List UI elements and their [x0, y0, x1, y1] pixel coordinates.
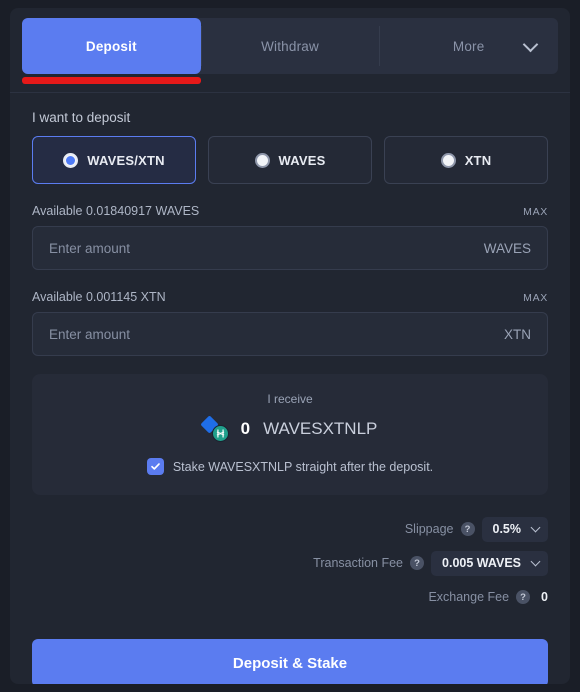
- tab-withdraw[interactable]: Withdraw: [200, 18, 380, 74]
- xtn-available-row: Available 0.001145 XTN MAX: [32, 290, 548, 304]
- transaction-fee-select[interactable]: 0.005 WAVES: [431, 550, 548, 576]
- section-label: I want to deposit: [32, 110, 131, 125]
- exchange-fee-value: 0: [541, 590, 548, 604]
- chevron-down-icon: [530, 556, 541, 567]
- transaction-fee-help-icon[interactable]: ?: [410, 556, 425, 570]
- receive-panel: I receive 0 WAVESXTNLP Stake WAVESXTNLP …: [32, 374, 548, 495]
- slippage-label: Slippage: [404, 522, 454, 536]
- waves-available-row: Available 0.01840917 WAVES MAX: [32, 204, 548, 218]
- receive-label: I receive: [267, 392, 313, 406]
- xtn-amount-field[interactable]: XTN: [32, 312, 548, 356]
- stake-label: Stake WAVESXTNLP straight after the depo…: [172, 459, 434, 474]
- receive-amount-row: 0 WAVESXTNLP: [32, 415, 548, 442]
- transaction-fee-value: 0.005 WAVES: [442, 556, 521, 570]
- transaction-fee-row: Transaction Fee ? 0.005 WAVES: [32, 550, 548, 576]
- xtn-coin-icon: [211, 425, 229, 442]
- waves-amount-input[interactable]: [49, 240, 484, 256]
- waves-max-button[interactable]: MAX: [523, 206, 548, 218]
- deposit-form: I want to deposit WAVES/XTN WAVES XTN Av…: [10, 110, 570, 684]
- header-divider: [10, 92, 570, 93]
- asset-option-waves[interactable]: WAVES: [208, 136, 372, 184]
- receive-amount: 0: [240, 419, 251, 438]
- asset-option-label: WAVES/XTN: [87, 152, 165, 168]
- xtn-max-button[interactable]: MAX: [523, 292, 548, 304]
- xtn-amount-unit: XTN: [504, 326, 531, 342]
- receive-token: WAVESXTNLP: [263, 419, 378, 438]
- slippage-select[interactable]: 0.5%: [481, 516, 548, 542]
- asset-option-waves-xtn[interactable]: WAVES/XTN: [32, 136, 196, 184]
- slippage-row: Slippage ? 0.5%: [32, 516, 548, 542]
- tab-bar: Deposit Withdraw More: [22, 18, 558, 84]
- transaction-fee-label: Transaction Fee: [313, 556, 404, 570]
- waves-xtn-lp-token-icon: [199, 415, 233, 442]
- fees-section: Slippage ? 0.5% Transaction Fee ? 0.005 …: [32, 516, 548, 609]
- stake-checkbox[interactable]: [146, 458, 164, 475]
- exchange-fee-help-icon[interactable]: ?: [516, 590, 531, 604]
- asset-option-xtn[interactable]: XTN: [384, 136, 548, 184]
- app-root: Deposit Withdraw More I want to deposit …: [0, 0, 580, 692]
- slippage-value: 0.5%: [492, 522, 522, 536]
- asset-option-label: XTN: [464, 152, 492, 168]
- radio-icon: [440, 152, 456, 168]
- stake-checkbox-row[interactable]: Stake WAVESXTNLP straight after the depo…: [32, 458, 548, 475]
- slippage-help-icon[interactable]: ?: [460, 522, 475, 536]
- radio-icon: [63, 152, 79, 168]
- waves-amount-field[interactable]: WAVES: [32, 226, 548, 270]
- tab-deposit-label: Deposit: [85, 38, 137, 54]
- asset-option-label: WAVES: [278, 152, 326, 168]
- tab-more[interactable]: More: [379, 18, 558, 74]
- tab-more-label: More: [452, 38, 485, 54]
- exchange-fee-row: Exchange Fee ? 0: [32, 585, 548, 609]
- waves-amount-unit: WAVES: [483, 240, 531, 256]
- chevron-down-icon: [530, 522, 541, 533]
- xtn-amount-input[interactable]: [49, 326, 504, 342]
- xtn-available-text: Available 0.001145 XTN: [32, 290, 166, 304]
- tab-withdraw-label: Withdraw: [261, 38, 319, 54]
- waves-available-text: Available 0.01840917 WAVES: [32, 204, 200, 218]
- exchange-fee-label: Exchange Fee: [428, 590, 510, 604]
- deposit-stake-button[interactable]: Deposit & Stake: [32, 639, 548, 684]
- radio-icon: [254, 152, 270, 168]
- chevron-down-icon: [522, 36, 539, 53]
- tab-deposit[interactable]: Deposit: [22, 18, 201, 84]
- deposit-card: Deposit Withdraw More I want to deposit …: [10, 8, 570, 684]
- asset-option-group: WAVES/XTN WAVES XTN: [32, 136, 548, 184]
